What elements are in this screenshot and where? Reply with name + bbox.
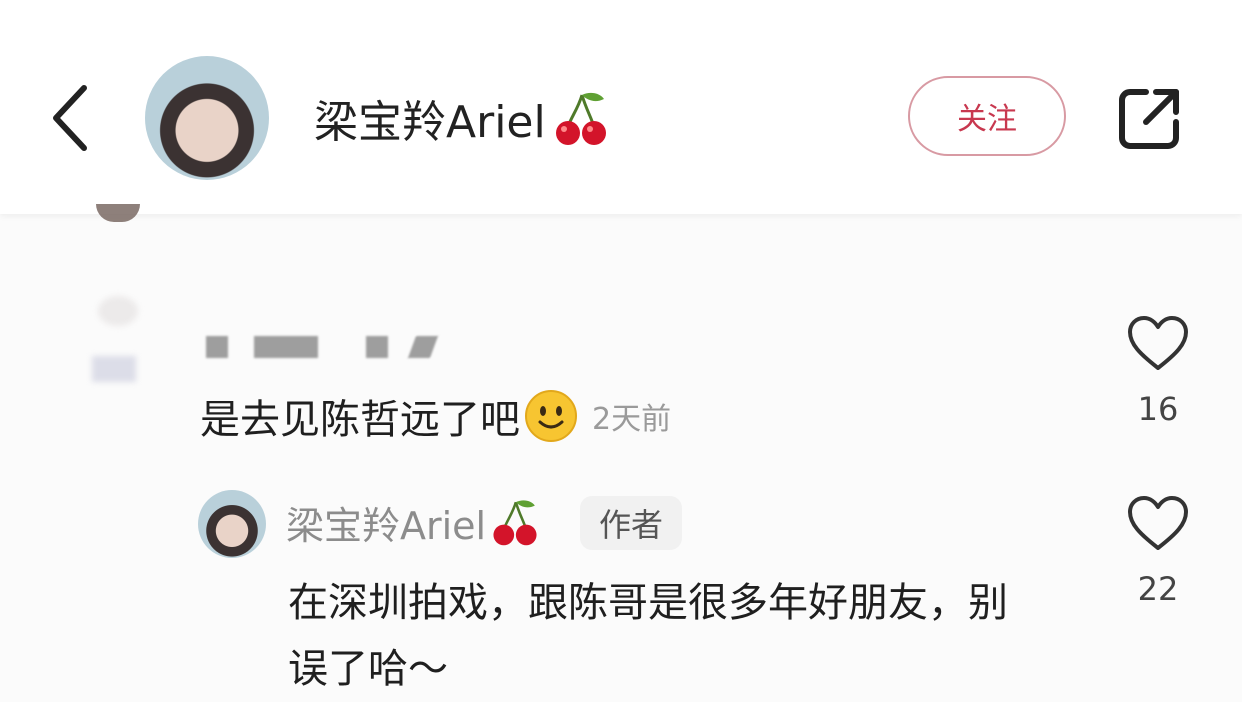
smiley-icon — [525, 390, 577, 442]
previous-comment-edge — [96, 204, 140, 222]
reply-username[interactable]: 梁宝羚Ariel — [286, 492, 540, 552]
reply-username-label: 梁宝羚Ariel — [286, 503, 487, 548]
heart-icon[interactable] — [1126, 494, 1190, 552]
comment-time: 2天前 — [592, 402, 672, 437]
follow-button[interactable]: 关注 — [908, 76, 1066, 156]
avatar[interactable] — [145, 56, 269, 180]
comment-text: 是去见陈哲远了吧 — [200, 397, 520, 443]
heart-icon[interactable] — [1126, 314, 1190, 372]
comment-body: 是去见陈哲远了吧 2天前 — [200, 386, 671, 446]
username-label: 梁宝羚Ariel — [314, 97, 546, 148]
reply-avatar[interactable] — [198, 490, 266, 558]
reply-text: 在深圳拍戏，跟陈哥是很多年好朋友，别误了哈～ — [288, 580, 1008, 692]
comment-like-button[interactable]: 16 — [1126, 314, 1190, 428]
like-count: 16 — [1137, 390, 1179, 428]
censored-username — [206, 336, 446, 360]
cherry-icon — [555, 92, 606, 145]
page-title: 梁宝羚Ariel — [314, 86, 610, 150]
profile-header: 梁宝羚Ariel 关注 — [0, 0, 1242, 214]
reply-like-button[interactable]: 22 — [1126, 494, 1190, 608]
share-icon[interactable] — [1116, 84, 1184, 152]
cherry-icon — [493, 500, 537, 546]
back-arrow-icon[interactable] — [40, 78, 104, 158]
blurred-avatar[interactable] — [80, 296, 142, 396]
author-badge: 作者 — [580, 496, 682, 550]
like-count: 22 — [1137, 570, 1179, 608]
